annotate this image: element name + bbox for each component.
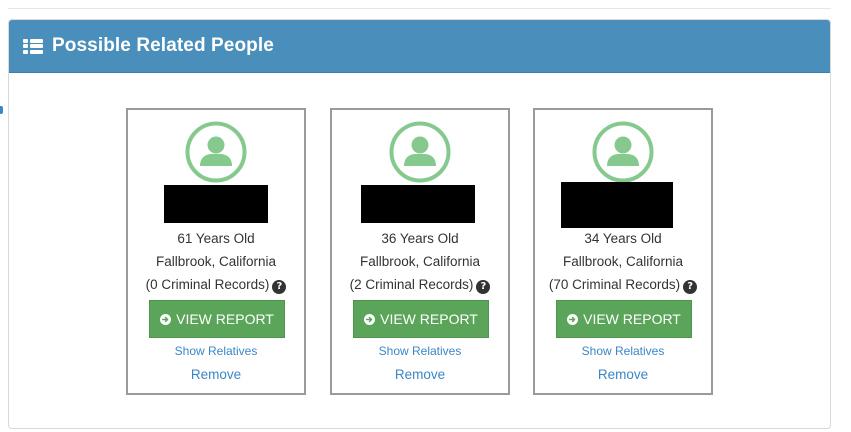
user-circle-icon: [185, 121, 247, 183]
person-age: 61 Years Old: [177, 231, 255, 246]
question-circle-icon[interactable]: ?: [476, 280, 491, 294]
question-circle-icon[interactable]: ?: [683, 280, 698, 294]
criminal-records-line: (70 Criminal Records)?: [535, 277, 711, 294]
person-age: 36 Years Old: [381, 231, 459, 246]
person-card: 61 Years Old Fallbrook, California (0 Cr…: [126, 108, 306, 395]
view-report-button[interactable]: VIEW REPORT: [353, 300, 489, 338]
person-card: 36 Years Old Fallbrook, California (2 Cr…: [330, 108, 510, 395]
view-report-label: VIEW REPORT: [380, 311, 478, 327]
show-relatives-link[interactable]: Show Relatives: [535, 344, 711, 358]
question-circle-icon[interactable]: ?: [272, 280, 287, 294]
view-report-label: VIEW REPORT: [583, 311, 681, 327]
person-location: Fallbrook, California: [155, 254, 277, 269]
top-divider: [8, 8, 831, 9]
show-relatives-link[interactable]: Show Relatives: [332, 344, 508, 358]
show-relatives-link[interactable]: Show Relatives: [128, 344, 304, 358]
criminal-records-count: (2 Criminal Records): [349, 277, 474, 292]
arrow-circle-right-icon: [364, 313, 376, 325]
criminal-records-line: (2 Criminal Records)?: [332, 277, 508, 294]
criminal-records-count: (70 Criminal Records): [548, 277, 681, 292]
redacted-name: [164, 185, 268, 223]
view-report-label: VIEW REPORT: [176, 311, 274, 327]
remove-link[interactable]: Remove: [535, 367, 711, 382]
view-report-button[interactable]: VIEW REPORT: [556, 300, 692, 338]
left-edge-marker: [0, 106, 3, 114]
criminal-records-line: (0 Criminal Records)?: [128, 277, 304, 294]
person-age: 34 Years Old: [584, 231, 662, 246]
list-icon: [23, 38, 43, 54]
panel-title: Possible Related People: [52, 35, 274, 56]
view-report-button[interactable]: VIEW REPORT: [149, 300, 285, 338]
panel-header: Possible Related People: [9, 20, 830, 73]
redacted-name: [561, 182, 673, 228]
person-location: Fallbrook, California: [562, 254, 684, 269]
criminal-records-count: (0 Criminal Records): [145, 277, 270, 292]
user-circle-icon: [592, 121, 654, 183]
user-circle-icon: [389, 121, 451, 183]
person-card: 34 Years Old Fallbrook, California (70 C…: [533, 108, 713, 395]
remove-link[interactable]: Remove: [128, 367, 304, 382]
arrow-circle-right-icon: [567, 313, 579, 325]
redacted-name: [361, 185, 475, 223]
arrow-circle-right-icon: [160, 313, 172, 325]
person-location: Fallbrook, California: [359, 254, 481, 269]
remove-link[interactable]: Remove: [332, 367, 508, 382]
